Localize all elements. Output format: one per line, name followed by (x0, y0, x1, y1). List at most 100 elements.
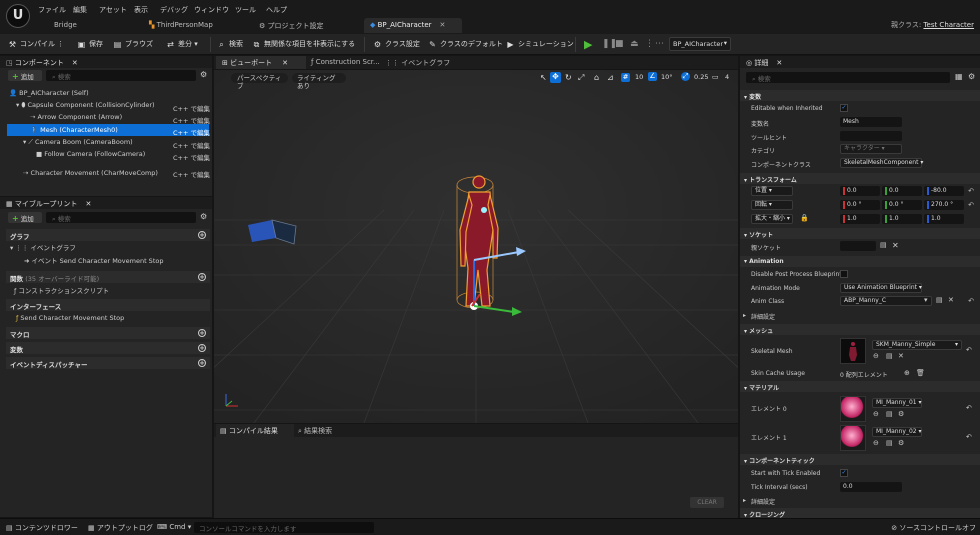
section-graph[interactable]: グラフ + (6, 229, 210, 241)
close-icon[interactable]: ✕ (72, 59, 78, 67)
world-icon[interactable]: ⌂ (594, 73, 599, 82)
reset-icon[interactable]: ↶ (966, 404, 972, 412)
section-variables[interactable]: 変数 + (6, 342, 210, 354)
browse-icon[interactable]: ▤ (936, 296, 943, 304)
scale-y-input[interactable]: 1.0 (882, 214, 922, 224)
perspective-button[interactable]: パースペクティブ (232, 73, 288, 90)
components-search-input[interactable]: ⌕ 検索 (46, 70, 196, 81)
add-icon[interactable]: + (198, 273, 206, 281)
tab-bp-aicharacter[interactable]: ◆ BP_AICharacter ✕ (364, 18, 462, 33)
component-item-self[interactable]: 👤 BP_AICharacter (Self) (9, 88, 89, 99)
menu-debug[interactable]: デバッグ (160, 5, 188, 15)
skeletal-mesh-thumbnail[interactable] (840, 338, 866, 364)
edit-in-cpp-link[interactable]: C++ で編集 (173, 127, 210, 137)
event-graph-item[interactable]: ▾ ⋮⋮ イベントグラフ (10, 243, 76, 254)
close-icon[interactable]: ✕ (282, 59, 288, 67)
source-control-button[interactable]: ⊘ ソースコントロールオフ (891, 523, 976, 533)
edit-in-cpp-link[interactable]: C++ で編集 (173, 140, 210, 150)
editable-checkbox[interactable]: ✓ (840, 104, 848, 112)
component-item-camera-boom[interactable]: ▾ ⟋ Camera Boom (CameraBoom) (23, 137, 133, 148)
menu-file[interactable]: ファイル (38, 5, 66, 15)
blueprint-debug-select[interactable]: BP_AICharacter ▾ (669, 37, 731, 51)
reset-icon[interactable]: ↶ (968, 187, 974, 195)
rotation-snap-value[interactable]: 10° (661, 73, 673, 81)
class-defaults-button[interactable]: ✎ クラスのデフォルト (428, 38, 503, 51)
edit-in-cpp-link[interactable]: C++ で編集 (173, 169, 210, 179)
my-blueprint-add-button[interactable]: + 追加 (8, 212, 42, 223)
component-item-character-movement[interactable]: ⇢ Character Movement (CharMoveComp) (23, 168, 158, 179)
browse-icon[interactable]: ▤ (880, 241, 887, 249)
rotation-snap-icon[interactable]: ∠ (648, 72, 657, 81)
category-select[interactable]: キャラクター ▾ (840, 144, 902, 154)
add-icon[interactable]: + (198, 359, 206, 367)
scale-snap-value[interactable]: 0.25 (694, 73, 708, 81)
translate-icon[interactable]: ✥ (550, 72, 561, 83)
tab-construction-script[interactable]: ƒ Construction Scr... (311, 58, 380, 66)
row-advanced-2[interactable]: ▸ 詳細設定 (740, 494, 980, 507)
rotation-x-input[interactable]: 0.0 ° (840, 200, 880, 210)
rotation-y-input[interactable]: 0.0 ° (882, 200, 922, 210)
viewport[interactable]: ≡ パースペクティブ ライティングあり ↖ ✥ ↻ ⤢ ⌂ ⊿ # 10 ∠ 1… (214, 70, 738, 423)
hide-unrelated-button[interactable]: ⧉ 無関係な項目を非表示にする (252, 38, 355, 51)
animation-mode-select[interactable]: Use Animation Blueprint ▾ (840, 283, 922, 293)
parent-class-link[interactable]: Test Character (923, 21, 974, 29)
menu-tools[interactable]: ツール (235, 5, 256, 15)
tab-thirdpersonmap[interactable]: ▚ ThirdPersonMap (143, 18, 249, 33)
row-advanced[interactable]: ▸ 詳細設定 (740, 309, 980, 322)
close-icon[interactable]: ✕ (776, 59, 782, 67)
diff-button[interactable]: ⇄ 差分 ▾ (166, 38, 198, 51)
reset-icon[interactable]: ↶ (968, 201, 974, 209)
browse-icon[interactable]: ▤ (886, 352, 893, 360)
class-settings-button[interactable]: ⚙ クラス設定 (373, 38, 420, 51)
browse-icon[interactable]: ▤ (886, 439, 893, 447)
stop-icon[interactable]: ■ (615, 39, 624, 49)
rotation-mode-select[interactable]: 回転 ▾ (751, 200, 793, 210)
reset-icon[interactable]: ↶ (966, 346, 972, 354)
details-section-transform[interactable]: ▾ トランスフォーム (740, 173, 980, 184)
save-button[interactable]: ▣ 保存 (77, 38, 103, 51)
material-0-select[interactable]: MI_Manny_01 ▾ (872, 398, 922, 408)
unreal-logo-icon[interactable]: U (6, 4, 30, 28)
tab-compile-results[interactable]: ▤ コンパイル結果✕ (216, 424, 294, 444)
surface-snap-icon[interactable]: ⊿ (607, 73, 614, 82)
component-item-mesh[interactable]: 🚶 Mesh (CharacterMesh0) (30, 125, 118, 136)
my-blueprint-search-input[interactable]: ⌕ 検索 (46, 212, 196, 223)
component-class-select[interactable]: SkeletalMeshComponent ▾ (840, 158, 923, 168)
compile-button[interactable]: ⚒ コンパイル ⋮ (8, 38, 64, 51)
details-section-materials[interactable]: ▾ マテリアル (740, 381, 980, 392)
components-add-button[interactable]: + 追加 (8, 70, 42, 81)
debug-icon[interactable]: ⋯ (655, 39, 664, 49)
add-element-icon[interactable]: ⊕ (904, 369, 910, 377)
browse-icon[interactable]: ▤ (886, 410, 893, 418)
details-section-component-tick[interactable]: ▾ コンポーネントティック (740, 454, 980, 465)
more-icon[interactable]: ⋮ (645, 39, 654, 49)
edit-in-cpp-link[interactable]: C++ で編集 (173, 152, 210, 162)
grid-view-icon[interactable]: ▦ (955, 72, 963, 81)
disable-pp-checkbox[interactable]: ✓ (840, 270, 848, 278)
simulation-button[interactable]: ▶ シミュレーション (506, 38, 573, 51)
skeletal-mesh-select[interactable]: SKM_Manny_Simple ▾ (872, 340, 962, 350)
section-event-dispatchers[interactable]: イベントディスパッチャー + (6, 357, 210, 369)
component-item-capsule[interactable]: ▾ ⬮ Capsule Component (CollisionCylinder… (16, 100, 155, 111)
add-icon[interactable]: + (198, 231, 206, 239)
use-selected-icon[interactable]: ⊖ (873, 352, 879, 360)
rotate-icon[interactable]: ↻ (565, 73, 572, 82)
camera-speed-value[interactable]: 4 (725, 73, 729, 81)
scale-x-input[interactable]: 1.0 (840, 214, 880, 224)
clear-button[interactable]: CLEAR (690, 497, 724, 508)
material-0-thumbnail[interactable] (840, 396, 866, 422)
location-x-input[interactable]: 0.0 (840, 186, 880, 196)
section-macros[interactable]: マクロ + (6, 327, 210, 339)
use-selected-icon[interactable]: ⊖ (873, 439, 879, 447)
clear-icon[interactable]: ✕ (898, 352, 904, 360)
menu-view[interactable]: 表示 (134, 5, 148, 15)
gear-icon[interactable]: ⚙ (968, 72, 975, 81)
options-icon[interactable]: ⚙ (898, 439, 904, 447)
menu-edit[interactable]: 編集 (73, 5, 87, 15)
edit-in-cpp-link[interactable]: C++ で編集 (173, 103, 210, 113)
trash-icon[interactable]: 🗑 (916, 369, 925, 377)
details-section-mesh[interactable]: ▾ メッシュ (740, 324, 980, 335)
clear-icon[interactable]: ✕ (892, 241, 899, 250)
grid-size-value[interactable]: 10 (635, 73, 643, 81)
details-section-socket[interactable]: ▾ ソケット (740, 228, 980, 239)
